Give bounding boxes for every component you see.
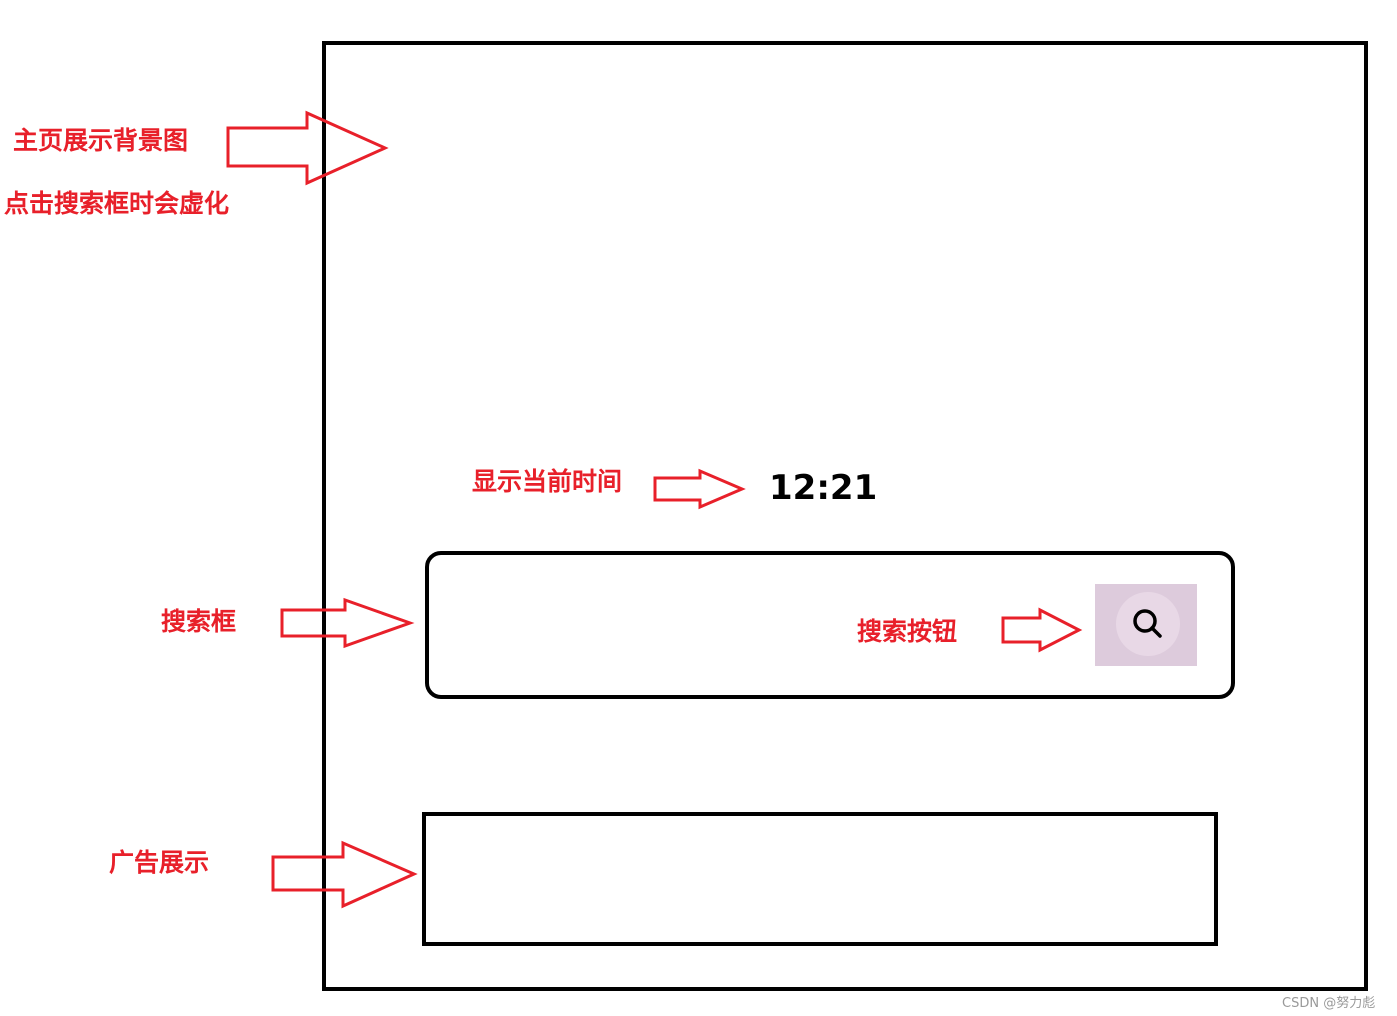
arrow-search-box xyxy=(280,597,415,649)
watermark: CSDN @努力彪 xyxy=(1282,996,1376,1011)
arrow-ad xyxy=(271,840,418,909)
annotation-arrows xyxy=(226,110,1083,909)
arrow-time xyxy=(653,468,746,510)
arrow-background xyxy=(226,110,389,186)
arrow-search-button xyxy=(1001,607,1083,653)
